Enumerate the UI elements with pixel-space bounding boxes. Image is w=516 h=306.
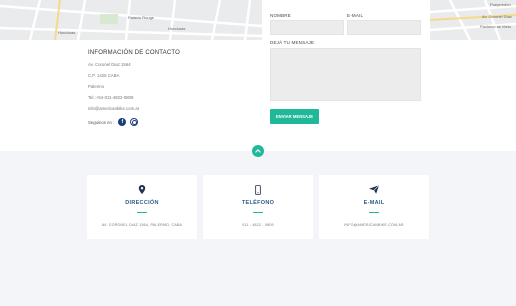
map-street-label: Honduras: [168, 26, 186, 31]
card-address: DIRECCIÓN AV. CORONEL DIAZ 1564, PALERMO…: [87, 175, 197, 239]
map-left[interactable]: Honduras Palacio Rouge Honduras: [0, 0, 262, 40]
map-place-label: Palacio Rouge: [128, 15, 155, 20]
name-input[interactable]: [270, 20, 344, 35]
card-email: E-MAIL INFO@AMERICANBIKE.COM.AR: [319, 175, 429, 239]
scroll-up-button[interactable]: [252, 145, 264, 157]
map-pin-icon: [138, 185, 146, 194]
card-divider: [253, 212, 263, 214]
message-label: DEJÁ TU MENSAJE: [270, 40, 315, 45]
map-right[interactable]: Av. Coronel Díaz Pacheco de Melo Pueyrre…: [430, 0, 516, 40]
paper-plane-icon: [369, 185, 379, 194]
card-text: INFO@AMERICANBIKE.COM.AR: [344, 223, 404, 227]
card-title: DIRECCIÓN: [125, 200, 159, 206]
send-message-button[interactable]: ENVIAR MENSAJE: [270, 109, 319, 124]
instagram-icon[interactable]: [130, 118, 139, 126]
contact-district: Palermo: [88, 84, 105, 89]
contact-address: Av. Coronel Diaz 1564: [88, 62, 131, 67]
contact-phone: Tel.:+54-011-4822-0809: [88, 95, 134, 100]
card-phone: TELÉFONO 011 - 4822 - 0809: [203, 175, 313, 239]
contact-postal: C.P. 1425 CABA: [88, 73, 120, 78]
map-street-label: Honduras: [58, 30, 76, 35]
name-label: NOMBRE: [270, 13, 291, 18]
map-street-label: Av. Coronel Díaz: [482, 14, 512, 19]
contact-title: INFORMACIÓN DE CONTACTO: [88, 50, 181, 56]
facebook-icon[interactable]: f: [118, 118, 127, 126]
card-title: TELÉFONO: [241, 200, 275, 206]
email-input[interactable]: [347, 20, 421, 35]
email-label: E-MAIL: [347, 13, 364, 18]
card-divider: [137, 212, 147, 214]
card-text: 011 - 4822 - 0809: [242, 223, 274, 227]
contact-info: INFORMACIÓN DE CONTACTO Av. Coronel Diaz…: [88, 50, 258, 126]
card-title: E-MAIL: [363, 200, 385, 206]
card-text: AV. CORONEL DIAZ 1564, PALERMO, CABA: [101, 223, 183, 227]
map-street-label: Pueyrredón: [490, 2, 511, 7]
social-label: Seguinos en :: [88, 119, 115, 125]
message-textarea[interactable]: [270, 48, 421, 101]
phone-icon: [255, 185, 261, 195]
map-streets: [0, 0, 262, 40]
map-street-label: Pacheco de Melo: [480, 24, 511, 29]
card-divider: [369, 212, 379, 214]
social-links: Seguinos en : f: [88, 118, 258, 126]
contact-email[interactable]: info@americanbike.com.ar: [88, 106, 258, 111]
